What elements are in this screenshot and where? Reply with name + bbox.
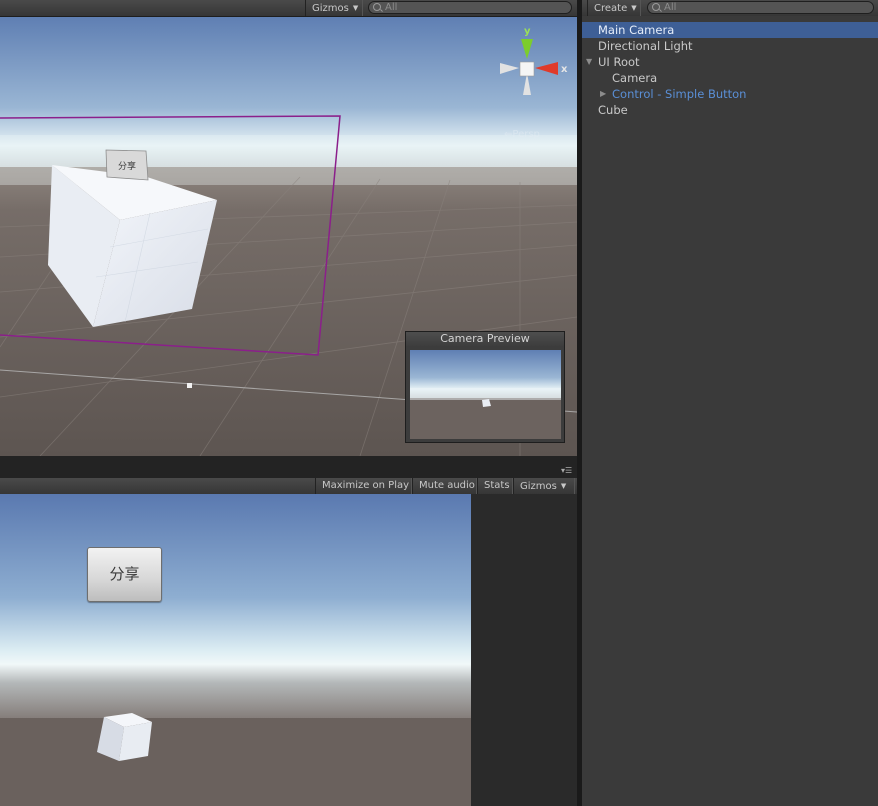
hierarchy-item-control-simple-button[interactable]: ▶ Control - Simple Button: [582, 86, 878, 102]
chevron-down-icon: ▼: [631, 4, 637, 12]
gizmo-x-label: x: [561, 64, 568, 75]
hierarchy-item-main-camera[interactable]: Main Camera: [582, 22, 878, 38]
game-cube: [97, 713, 152, 761]
game-letterbox: [471, 494, 577, 806]
panel-separator: [0, 456, 578, 478]
scene-gizmos-dropdown[interactable]: Gizmos ▼: [305, 0, 363, 16]
share-button-label: 分享: [109, 565, 140, 583]
scene-viewport[interactable]: 分享 y x ⇐Persp Camera Preview: [0, 17, 577, 456]
camera-preview-title: Camera Preview: [406, 332, 564, 346]
projection-toggle[interactable]: ⇐Persp: [504, 129, 540, 140]
hierarchy-toolbar: Create ▼ All: [582, 0, 878, 17]
stats-toggle[interactable]: Stats: [477, 478, 513, 494]
scene-handle-point[interactable]: [187, 383, 192, 388]
game-viewport[interactable]: 分享: [0, 494, 471, 806]
camera-preview-canvas: [410, 350, 561, 439]
create-label: Create: [594, 3, 628, 14]
maximize-on-play-toggle[interactable]: Maximize on Play: [315, 478, 412, 494]
mute-audio-toggle[interactable]: Mute audio: [412, 478, 477, 494]
scene-toolbar: Gizmos ▼ All: [0, 0, 577, 17]
chevron-down-icon: ▼: [352, 4, 359, 12]
share-button[interactable]: 分享: [87, 547, 162, 602]
game-toolbar: Maximize on Play Mute audio Stats Gizmos…: [0, 478, 577, 495]
hierarchy-item-label: Control - Simple Button: [612, 87, 747, 101]
gizmo-y-label: y: [524, 26, 531, 37]
gizmo-center-cube[interactable]: [519, 61, 535, 77]
game-sky: [0, 494, 471, 724]
scene-share-button-label: 分享: [118, 160, 136, 172]
hierarchy-item-label: Directional Light: [598, 39, 693, 53]
hierarchy-search-placeholder: All: [664, 2, 677, 13]
scene-share-button[interactable]: 分享: [105, 149, 149, 181]
search-icon: [652, 3, 660, 11]
scene-search-input[interactable]: All: [368, 1, 572, 14]
hierarchy-item-cube[interactable]: Cube: [582, 102, 878, 118]
scene-gizmos-label: Gizmos: [312, 3, 349, 14]
camera-preview-view: [410, 350, 561, 439]
camera-preview-panel: Camera Preview: [405, 331, 565, 443]
projection-label: Persp: [512, 129, 540, 140]
game-ground: [0, 718, 471, 806]
chevron-down-icon: ▼: [560, 482, 567, 490]
hierarchy-item-ui-root[interactable]: ▼ UI Root: [582, 54, 878, 70]
hierarchy-item-directional-light[interactable]: Directional Light: [582, 38, 878, 54]
hierarchy-item-label: UI Root: [598, 55, 640, 69]
hierarchy-item-label: Camera: [612, 71, 658, 85]
hierarchy-item-camera[interactable]: Camera: [582, 70, 878, 86]
collapse-arrow-icon[interactable]: ▶: [600, 86, 606, 102]
search-icon: [373, 3, 381, 11]
game-gizmos-label: Gizmos: [520, 481, 557, 492]
scene-search-placeholder: All: [385, 2, 398, 13]
panel-menu-icon[interactable]: ▾☰: [561, 466, 575, 475]
hierarchy-search-input[interactable]: All: [647, 1, 874, 14]
hierarchy-panel: Main Camera Directional Light ▼ UI Root …: [582, 16, 878, 806]
hierarchy-item-label: Main Camera: [598, 23, 675, 37]
hierarchy-item-label: Cube: [598, 103, 628, 117]
create-dropdown[interactable]: Create ▼: [587, 0, 641, 16]
game-canvas: [0, 494, 471, 806]
game-gizmos-dropdown[interactable]: Gizmos ▼: [513, 478, 575, 494]
expand-arrow-icon[interactable]: ▼: [586, 54, 592, 70]
